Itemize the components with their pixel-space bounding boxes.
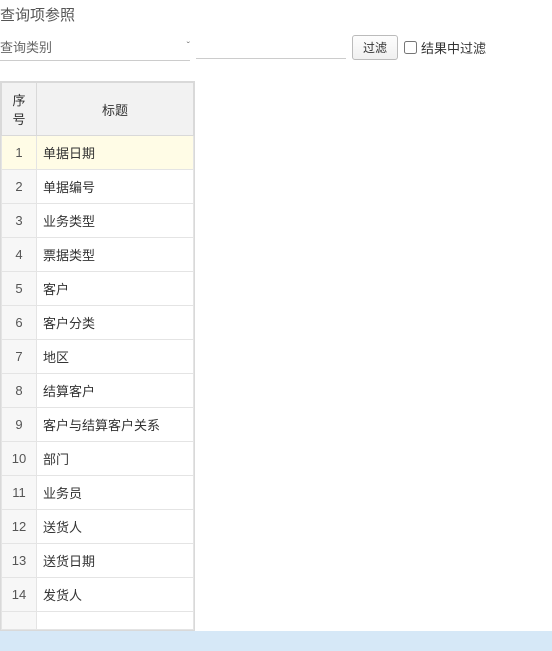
query-items-table: 序号 标题 1单据日期2单据编号3业务类型4票据类型5客户6客户分类7地区8结算… (1, 82, 194, 630)
row-index: 3 (2, 204, 37, 238)
category-select-label: 查询类别 (0, 37, 52, 56)
filter-input[interactable] (196, 35, 346, 59)
table-row[interactable]: 9客户与结算客户关系 (2, 408, 194, 442)
table-row[interactable]: 7地区 (2, 340, 194, 374)
row-index: 1 (2, 136, 37, 170)
row-index: 4 (2, 238, 37, 272)
row-title: 送货人 (37, 510, 194, 544)
table-container: 序号 标题 1单据日期2单据编号3业务类型4票据类型5客户6客户分类7地区8结算… (0, 81, 195, 631)
row-title: 业务类型 (37, 204, 194, 238)
row-index: 14 (2, 578, 37, 612)
row-index: 7 (2, 340, 37, 374)
row-index: 5 (2, 272, 37, 306)
table-row[interactable]: 14发货人 (2, 578, 194, 612)
table-row[interactable]: 11业务员 (2, 476, 194, 510)
row-title: 客户 (37, 272, 194, 306)
row-title: 单据日期 (37, 136, 194, 170)
page-title: 查询项参照 (0, 0, 552, 33)
table-row[interactable]: 6客户分类 (2, 306, 194, 340)
table-row[interactable]: 2单据编号 (2, 170, 194, 204)
table-row[interactable]: 1单据日期 (2, 136, 194, 170)
row-index: 13 (2, 544, 37, 578)
row-title: 发货人 (37, 578, 194, 612)
category-select[interactable]: 查询类别 ˇ (0, 33, 190, 61)
row-index: 9 (2, 408, 37, 442)
chevron-down-icon: ˇ (187, 41, 190, 52)
filter-button[interactable]: 过滤 (352, 35, 398, 60)
row-index: 11 (2, 476, 37, 510)
footer-bar (0, 631, 552, 651)
col-header-index: 序号 (2, 83, 37, 136)
row-index: 10 (2, 442, 37, 476)
table-row[interactable]: 5客户 (2, 272, 194, 306)
table-row-empty (2, 612, 194, 630)
filter-in-results[interactable]: 结果中过滤 (404, 38, 486, 57)
table-row[interactable]: 3业务类型 (2, 204, 194, 238)
row-index: 2 (2, 170, 37, 204)
col-header-title: 标题 (37, 83, 194, 136)
row-title: 客户分类 (37, 306, 194, 340)
table-row[interactable]: 10部门 (2, 442, 194, 476)
row-title: 送货日期 (37, 544, 194, 578)
table-row[interactable]: 8结算客户 (2, 374, 194, 408)
row-title: 业务员 (37, 476, 194, 510)
table-row[interactable]: 12送货人 (2, 510, 194, 544)
row-title: 单据编号 (37, 170, 194, 204)
filter-in-results-label: 结果中过滤 (421, 38, 486, 57)
filter-in-results-checkbox[interactable] (404, 41, 417, 54)
filter-bar: 查询类别 ˇ 过滤 结果中过滤 (0, 33, 552, 61)
row-title: 地区 (37, 340, 194, 374)
row-index: 6 (2, 306, 37, 340)
table-row[interactable]: 13送货日期 (2, 544, 194, 578)
row-title: 票据类型 (37, 238, 194, 272)
row-title: 部门 (37, 442, 194, 476)
row-title: 结算客户 (37, 374, 194, 408)
table-row[interactable]: 4票据类型 (2, 238, 194, 272)
row-title: 客户与结算客户关系 (37, 408, 194, 442)
row-index: 8 (2, 374, 37, 408)
row-index: 12 (2, 510, 37, 544)
